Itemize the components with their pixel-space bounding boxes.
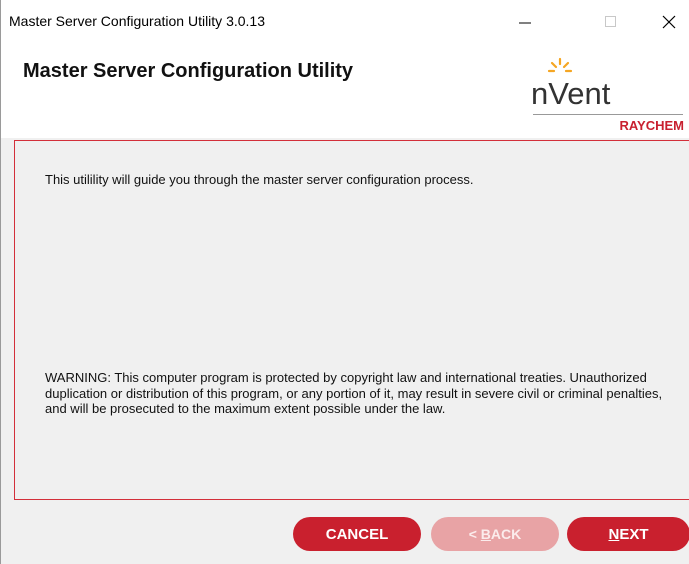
maximize-button[interactable] — [588, 6, 634, 38]
minimize-button[interactable] — [502, 6, 548, 38]
logo-rays-icon — [547, 57, 573, 73]
close-button[interactable] — [646, 6, 689, 38]
back-rest: ACK — [490, 526, 522, 542]
minimize-icon — [519, 22, 531, 24]
back-mnemonic: B — [480, 526, 491, 542]
logo-wordmark: nVent — [531, 76, 611, 111]
logo-divider — [533, 114, 683, 115]
window-title: Master Server Configuration Utility 3.0.… — [9, 13, 265, 29]
intro-text: This utilility will guide you through th… — [45, 172, 474, 187]
nvent-raychem-logo: nVent RAYCHEM — [531, 56, 686, 136]
next-rest: EXT — [619, 525, 649, 543]
installer-window: Master Server Configuration Utility 3.0.… — [0, 0, 689, 564]
logo-raychem: RAYCHEM — [619, 118, 684, 133]
maximize-icon — [605, 16, 616, 27]
copyright-warning: WARNING: This computer program is protec… — [45, 370, 663, 416]
cancel-button[interactable]: CANCEL — [293, 517, 421, 551]
back-prefix: < — [468, 526, 481, 542]
title-bar[interactable]: Master Server Configuration Utility 3.0.… — [1, 0, 689, 42]
back-button[interactable]: < B ACK — [431, 517, 559, 551]
next-button[interactable]: N EXT — [567, 517, 689, 551]
page-title: Master Server Configuration Utility — [23, 60, 354, 82]
header-banner: Master Server Configuration Utility nVen… — [1, 42, 689, 138]
next-mnemonic: N — [608, 525, 620, 543]
content-panel: This utilility will guide you through th… — [14, 140, 689, 500]
close-icon — [662, 15, 676, 29]
